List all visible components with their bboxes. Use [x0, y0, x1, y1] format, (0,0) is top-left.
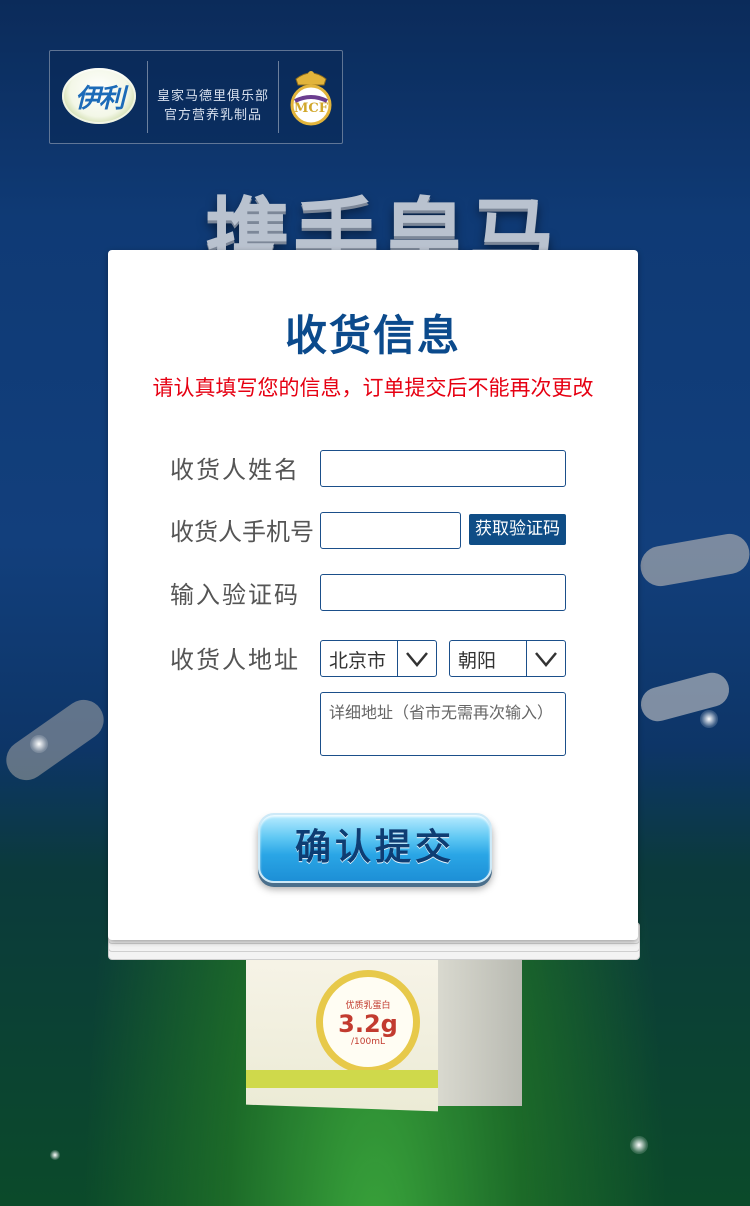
- get-verification-code-button[interactable]: 获取验证码: [469, 514, 566, 545]
- background-arm-right-lower: [637, 668, 733, 726]
- detail-address-textarea[interactable]: 详细地址（省市无需再次输入）: [320, 692, 566, 756]
- brand-line-1: 皇家马德里俱乐部: [156, 89, 269, 104]
- city-select[interactable]: 北京市: [320, 640, 437, 677]
- brand-tagline: 皇家马德里俱乐部 官方营养乳制品: [150, 87, 276, 125]
- stadium-light: [30, 735, 48, 753]
- phone-input[interactable]: [320, 512, 461, 549]
- stadium-light: [700, 710, 718, 728]
- stadium-light: [50, 1150, 60, 1160]
- background-arm-right: [637, 530, 750, 590]
- svg-text:MCF: MCF: [294, 101, 329, 116]
- chevron-down-icon[interactable]: [526, 641, 565, 676]
- milk-box-image: 优质乳蛋白 3.2g /100mL: [246, 946, 522, 1112]
- verification-code-input[interactable]: [320, 574, 566, 611]
- name-label: 收货人姓名: [170, 456, 300, 484]
- shipping-info-card: 收货信息 请认真填写您的信息，订单提交后不能再次更改 收货人姓名 收货人手机号 …: [108, 250, 638, 940]
- district-value: 朝阳: [458, 650, 497, 672]
- background-arm-left: [0, 692, 112, 788]
- protein-label: 优质乳蛋白: [345, 1000, 391, 1011]
- milk-band: [246, 1070, 438, 1088]
- phone-label: 收货人手机号: [170, 518, 314, 546]
- warning-text: 请认真填写您的信息，订单提交后不能再次更改: [152, 376, 594, 400]
- code-label: 输入验证码: [170, 581, 300, 609]
- page-title: 收货信息: [284, 311, 461, 360]
- protein-value: 3.2g: [338, 1009, 398, 1038]
- confirm-submit-button[interactable]: 确认提交: [258, 813, 492, 883]
- detail-address-placeholder: 详细地址（省市无需再次输入）: [329, 703, 554, 722]
- brand-panel: 伊利 皇家马德里俱乐部 官方营养乳制品 MCF: [49, 50, 343, 144]
- protein-badge: 优质乳蛋白 3.2g /100mL: [316, 970, 420, 1074]
- brand-line-2: 官方营养乳制品: [163, 108, 262, 123]
- district-select[interactable]: 朝阳: [449, 640, 566, 677]
- stadium-light: [630, 1136, 648, 1154]
- divider: [278, 61, 279, 133]
- yili-logo: 伊利: [62, 68, 136, 124]
- chevron-down-icon[interactable]: [397, 641, 436, 676]
- address-label: 收货人地址: [170, 646, 300, 674]
- name-input[interactable]: [320, 450, 566, 487]
- protein-unit: /100mL: [351, 1036, 385, 1047]
- divider: [147, 61, 148, 133]
- real-madrid-crest-icon: MCF: [288, 65, 334, 127]
- city-value: 北京市: [329, 650, 387, 672]
- milk-box-side: [438, 950, 522, 1106]
